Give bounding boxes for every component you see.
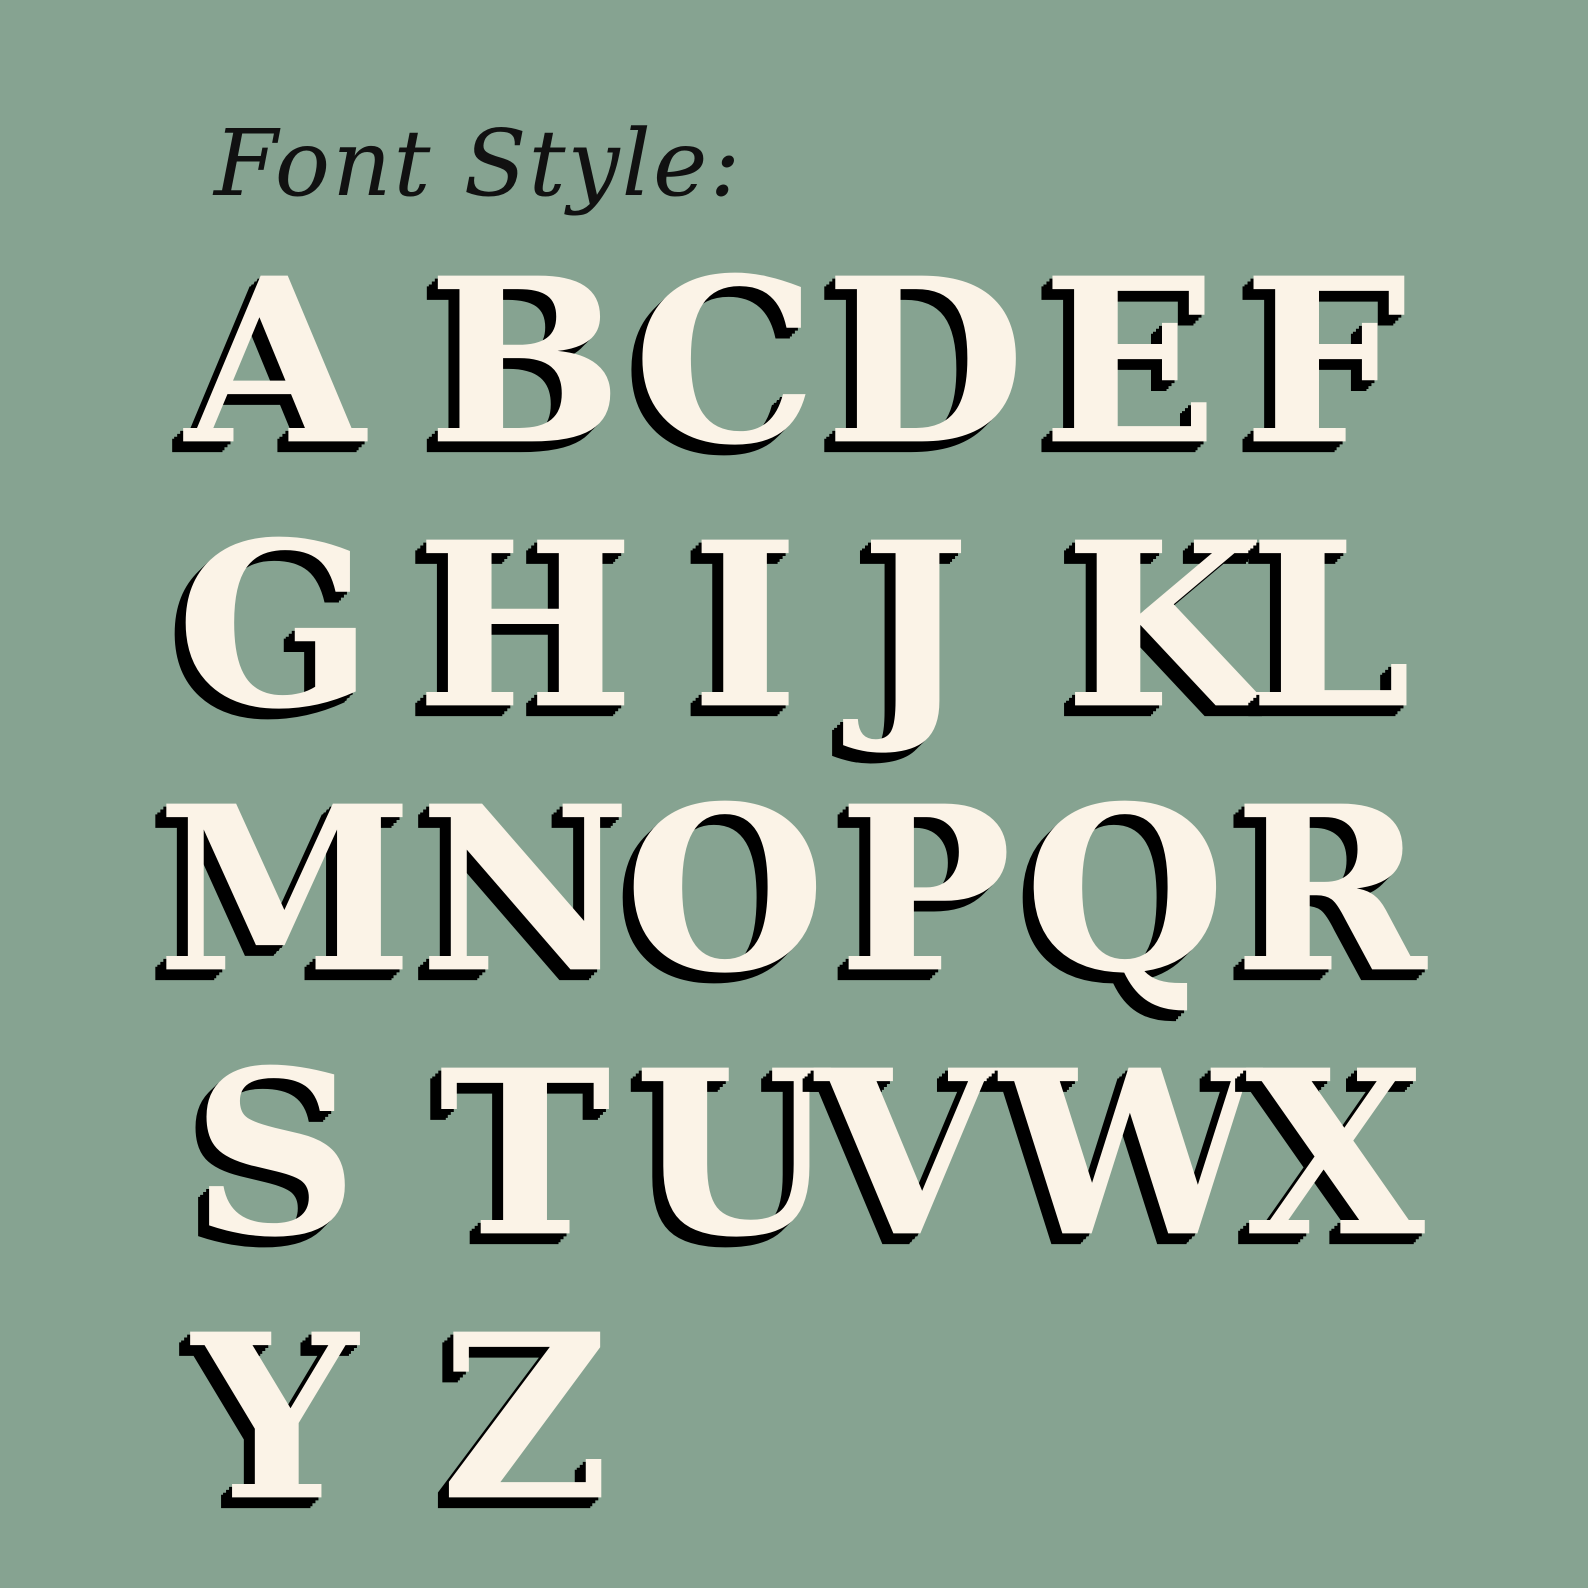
letter-n: N [418,755,632,1024]
letter-l: L [1248,491,1412,760]
letter-y: Y [192,1283,358,1552]
letter-v: V [814,1019,995,1288]
letter-p: P [837,755,1013,1024]
letter-u: U [633,1019,837,1288]
letter-b: B [426,227,624,496]
alphabet-poster: Font Style: A B C D E F G H I J K L M N … [0,0,1588,1588]
letter-d: D [824,227,1026,496]
letter-h: H [415,491,635,760]
letter-o: O [623,755,827,1024]
letter-x: X [1244,1019,1425,1288]
letter-k: K [1064,491,1266,760]
letter-i: I [690,491,800,760]
letter-f: F [1242,227,1408,496]
letter-m: M [156,755,414,1024]
letter-z: Z [440,1283,610,1552]
letter-r: R [1233,755,1427,1024]
alphabet-grid: A B C D E F G H I J K L M N O P Q R S T … [0,0,1588,1588]
letter-t: T [438,1019,612,1288]
letter-g: G [175,491,375,760]
letter-a: A [184,227,365,496]
letter-s: S [191,1019,359,1288]
letter-q: Q [1023,755,1227,1024]
letter-w: W [999,1019,1261,1288]
letter-j: J [860,491,970,760]
letter-e: E [1041,227,1219,496]
letter-c: C [632,227,818,496]
